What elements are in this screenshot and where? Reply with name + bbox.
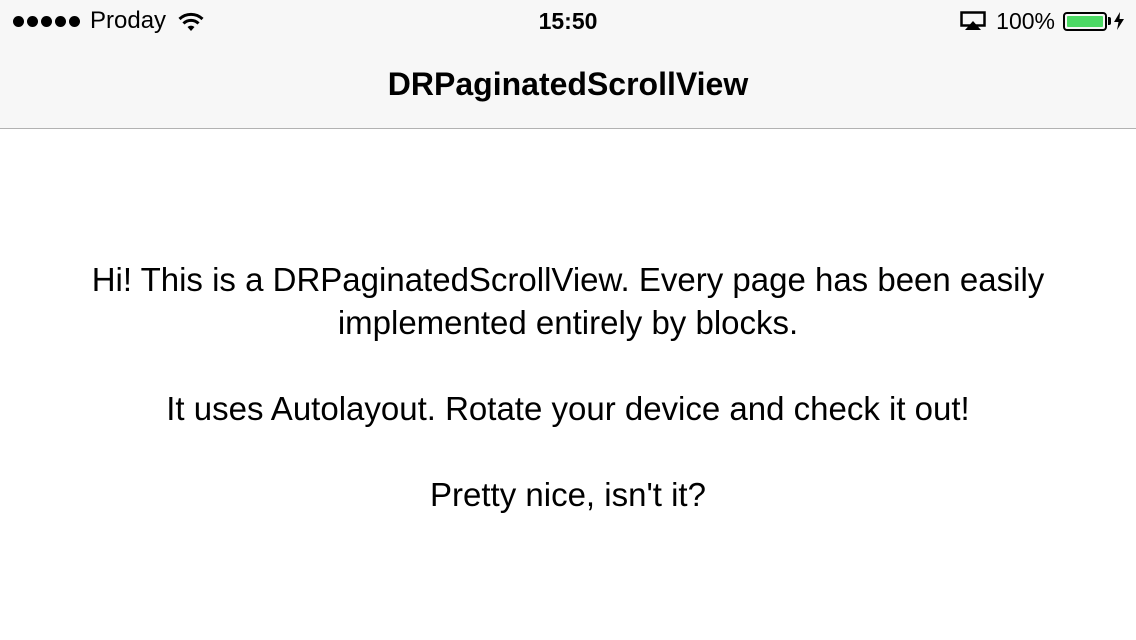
autolayout-paragraph: It uses Autolayout. Rotate your device a… bbox=[166, 390, 970, 427]
closing-paragraph: Pretty nice, isn't it? bbox=[430, 476, 706, 513]
intro-paragraph: Hi! This is a DRPaginatedScrollView. Eve… bbox=[91, 261, 1045, 341]
airplay-icon bbox=[960, 11, 986, 30]
status-bar: Proday 15:50 100% bbox=[0, 0, 1136, 40]
charging-bolt-icon bbox=[1114, 12, 1124, 30]
battery-percentage: 100% bbox=[996, 8, 1055, 34]
battery-icon bbox=[1063, 11, 1107, 31]
page-content: Hi! This is a DRPaginatedScrollView. Eve… bbox=[40, 258, 1096, 559]
navbar-title: DRPaginatedScrollView bbox=[387, 66, 749, 102]
top-bar: Proday 15:50 100% DRPaginatedScrollView bbox=[0, 0, 1136, 129]
battery-level-fill bbox=[1067, 15, 1103, 27]
app-screen: Proday 15:50 100% DRPaginatedScrollView … bbox=[0, 0, 1136, 640]
battery-nub bbox=[1108, 17, 1111, 25]
status-right: 100% bbox=[960, 7, 1124, 35]
